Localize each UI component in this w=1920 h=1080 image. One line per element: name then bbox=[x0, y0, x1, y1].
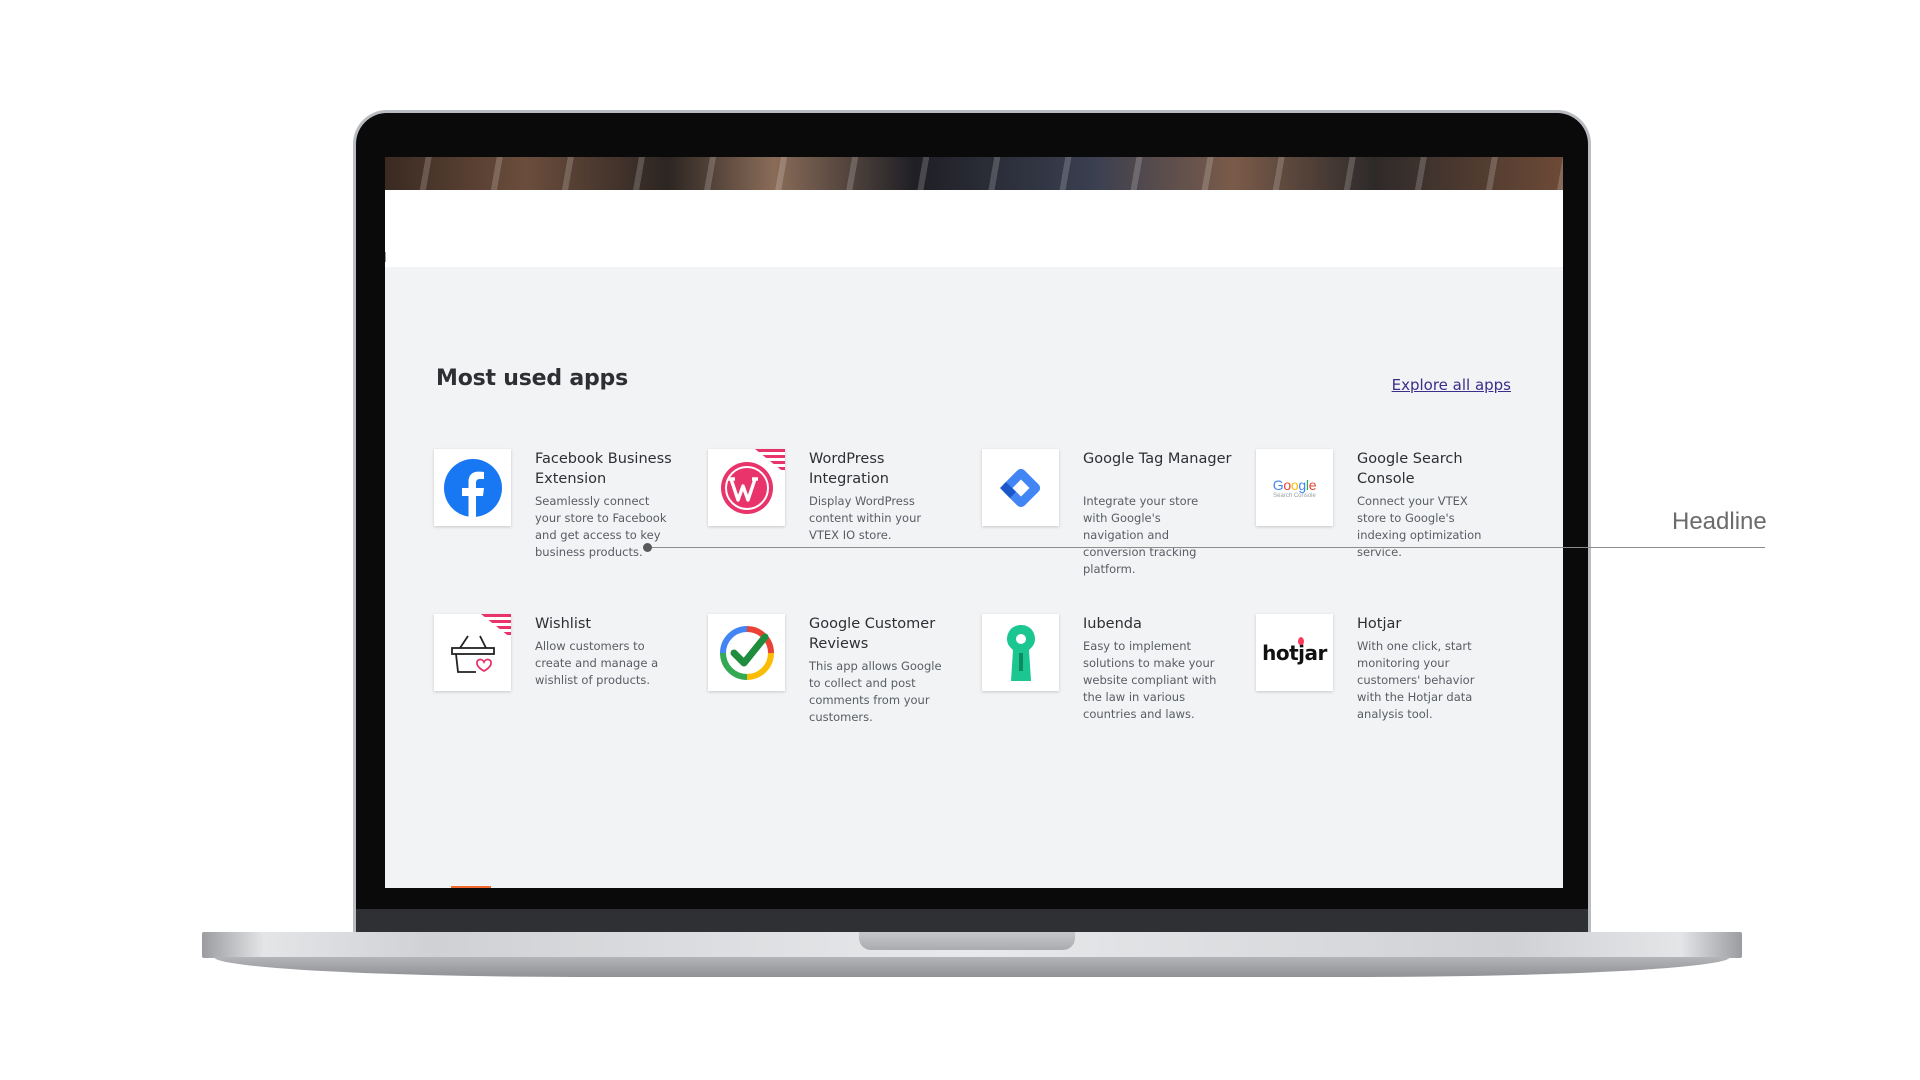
app-name: WordPress Integration bbox=[809, 451, 889, 487]
hotjar-flame-icon bbox=[1298, 637, 1304, 645]
app-description: Integrate your store with Google's navig… bbox=[1083, 494, 1199, 576]
app-card-facebook[interactable]: Facebook Business Extension Seamlessly c… bbox=[434, 449, 684, 599]
google-customer-reviews-icon bbox=[708, 614, 785, 691]
laptop-hinge bbox=[356, 909, 1588, 933]
app-card-google-tag-manager[interactable]: Google Tag Manager Integrate your store … bbox=[982, 449, 1232, 599]
laptop-notch bbox=[859, 932, 1075, 950]
app-name: Facebook Business Extension bbox=[535, 451, 672, 487]
google-search-console-icon: Google Search Console bbox=[1256, 449, 1333, 526]
app-card-wishlist[interactable]: Wishlist Allow customers to create and m… bbox=[434, 614, 684, 764]
callout-dot bbox=[643, 543, 652, 552]
facebook-icon bbox=[434, 449, 511, 526]
search-console-subtext: Search Console bbox=[1273, 492, 1316, 499]
app-card-google-customer-reviews[interactable]: Google Customer Reviews This app allows … bbox=[708, 614, 958, 764]
app-card-hotjar[interactable]: hotjar Hotjar With one click, start moni… bbox=[1256, 614, 1506, 764]
hero-image-strip bbox=[385, 157, 1563, 190]
app-name: Iubenda bbox=[1083, 616, 1142, 632]
app-card-google-search-console[interactable]: Google Search Console Google Search Cons… bbox=[1256, 449, 1506, 599]
wishlist-basket-icon bbox=[434, 614, 511, 691]
app-name: Google Customer Reviews bbox=[809, 616, 936, 652]
app-description: Allow customers to create and manage a w… bbox=[535, 639, 659, 687]
section-title: Most used apps bbox=[436, 366, 628, 391]
app-name: Wishlist bbox=[535, 616, 592, 632]
hotjar-icon: hotjar bbox=[1256, 614, 1333, 691]
cropped-text-mark bbox=[385, 252, 389, 262]
app-name: Google Search Console bbox=[1357, 451, 1463, 487]
app-description: This app allows Google to collect and po… bbox=[809, 659, 942, 724]
white-band bbox=[385, 190, 1563, 267]
callout-line bbox=[647, 547, 1765, 548]
app-name: Hotjar bbox=[1357, 616, 1402, 632]
laptop-screen: Most used apps Explore all apps Facebook… bbox=[385, 157, 1563, 888]
app-description: Connect your VTEX store to Google's inde… bbox=[1357, 494, 1482, 559]
footer-accent-mark bbox=[451, 886, 491, 888]
app-description: Easy to implement solutions to make your… bbox=[1083, 639, 1217, 721]
app-name: Google Tag Manager bbox=[1083, 451, 1232, 467]
app-card-wordpress[interactable]: WordPress Integration Display WordPress … bbox=[708, 449, 958, 599]
callout-label: Headline bbox=[1672, 508, 1767, 535]
wordpress-icon bbox=[708, 449, 785, 526]
hotjar-logo-text: hotjar bbox=[1262, 640, 1327, 665]
google-tag-manager-icon bbox=[982, 449, 1059, 526]
app-description: With one click, start monitoring your cu… bbox=[1357, 639, 1475, 721]
app-card-iubenda[interactable]: Iubenda Easy to implement solutions to m… bbox=[982, 614, 1232, 764]
google-logo-text: Google bbox=[1272, 476, 1317, 493]
laptop-base-bottom bbox=[214, 957, 1730, 977]
app-description: Seamlessly connect your store to Faceboo… bbox=[535, 494, 667, 559]
app-description: Display WordPress content within your VT… bbox=[809, 494, 922, 542]
iubenda-keyhole-icon bbox=[982, 614, 1059, 691]
explore-all-apps-link[interactable]: Explore all apps bbox=[1392, 376, 1511, 394]
